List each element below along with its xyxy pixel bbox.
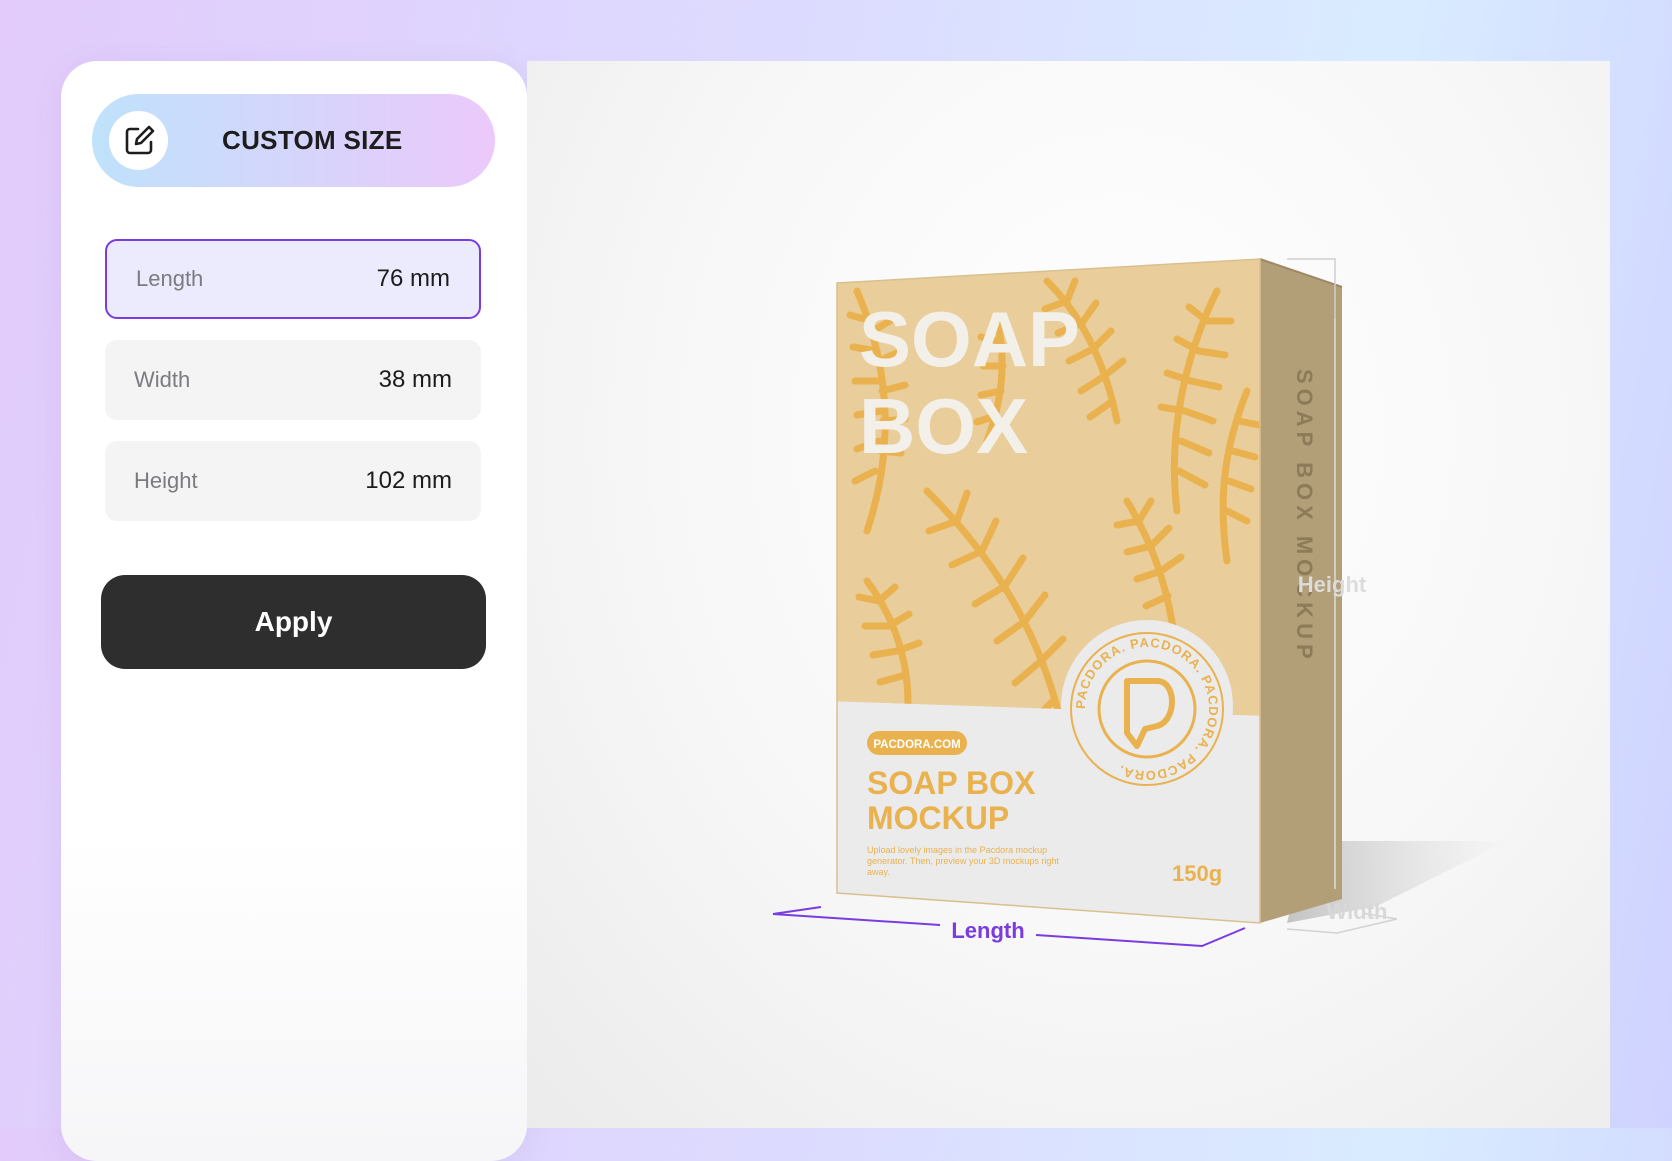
custom-size-panel: CUSTOM SIZE Length 76 mm Width 38 mm Hei… bbox=[61, 61, 527, 1161]
weight-label: 150g bbox=[1172, 861, 1222, 886]
length-guide-left bbox=[772, 906, 941, 926]
preview-canvas[interactable]: SOAP BOX MOCKUP SOAP BOX PACDORA. PACDOR… bbox=[527, 61, 1610, 1128]
box-mockup: SOAP BOX MOCKUP SOAP BOX PACDORA. PACDOR… bbox=[772, 258, 1507, 948]
product-line1: SOAP BOX bbox=[867, 765, 1036, 801]
length-field[interactable]: Length 76 mm bbox=[105, 239, 481, 319]
pacdora-seal: PACDORA. PACDORA. PACDORA. PACDORA. bbox=[1061, 620, 1233, 792]
dim-length-label: Length bbox=[951, 918, 1024, 943]
width-value[interactable]: 38 mm bbox=[379, 340, 452, 420]
panel-title: CUSTOM SIZE bbox=[222, 125, 403, 155]
description-line3: away. bbox=[867, 867, 890, 877]
height-label: Height bbox=[134, 468, 198, 493]
front-title-line1: SOAP bbox=[859, 295, 1080, 383]
length-label: Length bbox=[136, 266, 204, 291]
dim-width-label: Width bbox=[1327, 899, 1388, 924]
width-label: Width bbox=[134, 367, 191, 392]
dim-height-label: Height bbox=[1298, 572, 1367, 597]
description-line2: generator. Then, preview your 3D mockups… bbox=[867, 856, 1059, 866]
apply-button[interactable]: Apply bbox=[101, 575, 486, 669]
product-line2: MOCKUP bbox=[867, 800, 1009, 836]
front-title-line2: BOX bbox=[859, 382, 1028, 470]
edit-icon[interactable] bbox=[109, 111, 168, 170]
description-line1: Upload lovely images in the Pacdora mock… bbox=[867, 845, 1047, 855]
width-field[interactable]: Width 38 mm bbox=[105, 340, 481, 420]
length-guide-right bbox=[1035, 927, 1246, 948]
side-text: SOAP BOX MOCKUP bbox=[1292, 369, 1317, 664]
height-value[interactable]: 102 mm bbox=[365, 441, 452, 521]
custom-size-header: CUSTOM SIZE bbox=[92, 94, 495, 187]
brand-tag: PACDORA.COM bbox=[873, 739, 960, 751]
length-value[interactable]: 76 mm bbox=[377, 241, 450, 317]
height-field[interactable]: Height 102 mm bbox=[105, 441, 481, 521]
